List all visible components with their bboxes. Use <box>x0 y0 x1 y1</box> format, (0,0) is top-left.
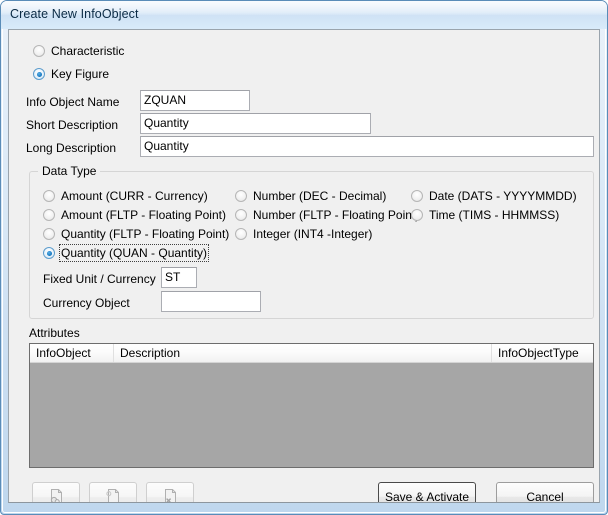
radio-amount-curr-indicator <box>43 190 55 202</box>
attributes-table-header: InfoObject Description InfoObjectType <box>30 344 593 363</box>
attributes-table-body[interactable] <box>30 363 593 467</box>
data-type-legend: Data Type <box>38 164 101 178</box>
radio-characteristic-label: Characteristic <box>51 44 125 58</box>
radio-amount-curr-label: Amount (CURR - Currency) <box>61 189 208 203</box>
info-object-name-input[interactable]: ZQUAN <box>140 90 250 111</box>
column-header-infoobject[interactable]: InfoObject <box>30 344 114 362</box>
document-new-icon <box>106 489 119 502</box>
radio-time-tims[interactable]: Time (TIMS - HHMMSS) <box>411 208 559 222</box>
radio-date-dats[interactable]: Date (DATS - YYYYMMDD) <box>411 189 577 203</box>
radio-characteristic-indicator <box>33 45 45 57</box>
radio-number-fltp-indicator <box>235 209 247 221</box>
radio-key-figure-label: Key Figure <box>51 67 110 81</box>
long-description-input[interactable]: Quantity <box>140 136 594 157</box>
attributes-table[interactable]: InfoObject Description InfoObjectType <box>29 343 594 468</box>
radio-date-dats-indicator <box>411 190 423 202</box>
radio-integer-int4[interactable]: Integer (INT4 -Integer) <box>235 227 372 241</box>
attribute-lookup-button[interactable] <box>32 482 80 502</box>
radio-amount-fltp-indicator <box>43 209 55 221</box>
attributes-label: Attributes <box>29 326 80 340</box>
column-header-description[interactable]: Description <box>114 344 492 362</box>
radio-quantity-fltp-indicator <box>43 228 55 240</box>
radio-integer-int4-label: Integer (INT4 -Integer) <box>253 227 373 241</box>
radio-quantity-fltp-label: Quantity (FLTP - Floating Point) <box>61 227 230 241</box>
radio-key-figure[interactable]: Key Figure <box>33 67 109 81</box>
radio-number-dec[interactable]: Number (DEC - Decimal) <box>235 189 386 203</box>
radio-characteristic[interactable]: Characteristic <box>33 44 124 58</box>
column-header-infoobjecttype[interactable]: InfoObjectType <box>492 344 593 362</box>
radio-integer-int4-indicator <box>235 228 247 240</box>
fixed-unit-input[interactable]: ST <box>161 267 197 288</box>
dialog-window: Create New InfoObject Characteristic Key… <box>0 0 608 515</box>
new-attribute-button[interactable] <box>89 482 137 502</box>
cancel-button[interactable]: Cancel <box>496 482 594 502</box>
radio-quantity-fltp[interactable]: Quantity (FLTP - Floating Point) <box>43 227 229 241</box>
radio-key-figure-indicator <box>33 68 45 80</box>
radio-number-fltp-label: Number (FLTP - Floating Point) <box>253 208 420 222</box>
radio-number-dec-indicator <box>235 190 247 202</box>
fixed-unit-label: Fixed Unit / Currency <box>43 272 156 286</box>
info-object-name-label: Info Object Name <box>26 95 120 109</box>
document-delete-icon <box>165 489 176 502</box>
currency-object-label: Currency Object <box>43 296 130 310</box>
window-title: Create New InfoObject <box>10 7 139 21</box>
radio-time-tims-label: Time (TIMS - HHMMSS) <box>429 208 560 222</box>
currency-object-input[interactable] <box>161 291 261 312</box>
delete-attribute-button[interactable] <box>146 482 194 502</box>
radio-amount-fltp[interactable]: Amount (FLTP - Floating Point) <box>43 208 226 222</box>
radio-quantity-quan-indicator <box>43 247 55 259</box>
short-description-label: Short Description <box>26 118 119 132</box>
radio-quantity-quan-label: Quantity (QUAN - Quantity) <box>58 244 210 262</box>
radio-quantity-quan[interactable]: Quantity (QUAN - Quantity) <box>43 244 210 262</box>
radio-number-dec-label: Number (DEC - Decimal) <box>253 189 387 203</box>
radio-number-fltp[interactable]: Number (FLTP - Floating Point) <box>235 208 419 222</box>
save-and-activate-button[interactable]: Save & Activate <box>378 482 476 502</box>
radio-amount-curr[interactable]: Amount (CURR - Currency) <box>43 189 208 203</box>
long-description-label: Long Description <box>26 141 117 155</box>
dialog-client-area: Characteristic Key Figure Info Object Na… <box>8 29 600 503</box>
document-search-icon <box>50 489 62 502</box>
data-type-groupbox: Data Type Amount (CURR - Currency) Amoun… <box>29 164 594 319</box>
radio-date-dats-label: Date (DATS - YYYYMMDD) <box>429 189 577 203</box>
radio-time-tims-indicator <box>411 209 423 221</box>
radio-amount-fltp-label: Amount (FLTP - Floating Point) <box>61 208 226 222</box>
title-bar[interactable]: Create New InfoObject <box>1 1 607 29</box>
short-description-input[interactable]: Quantity <box>140 113 371 134</box>
